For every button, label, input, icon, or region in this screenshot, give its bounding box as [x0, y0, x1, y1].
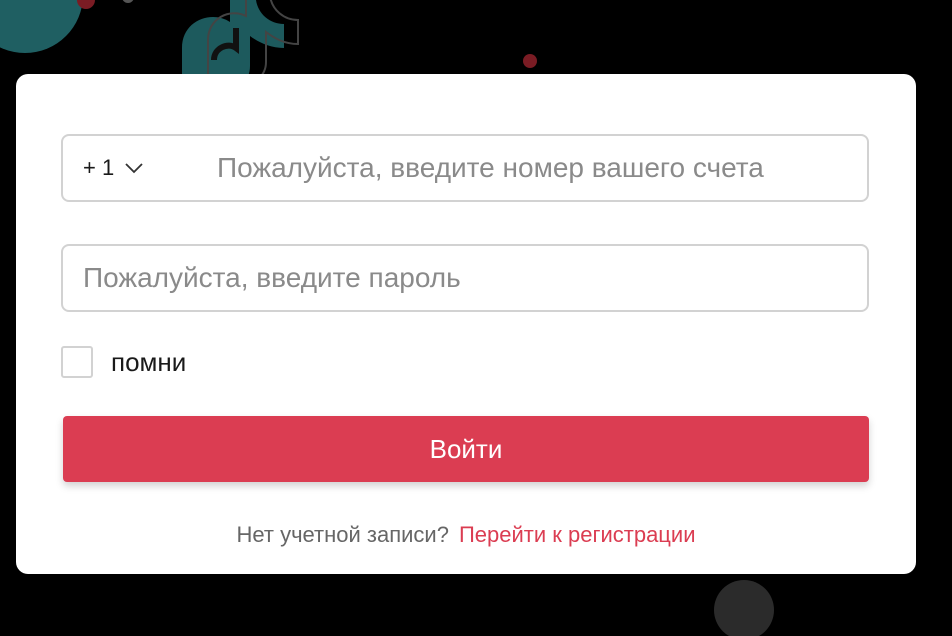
phone-input[interactable]	[217, 136, 849, 200]
red-dot-small	[523, 54, 537, 68]
signup-row: Нет учетной записи? Перейти к регистрации	[16, 522, 916, 548]
gray-bubble	[714, 580, 774, 636]
no-account-text: Нет учетной записи?	[236, 522, 449, 547]
remember-checkbox[interactable]	[61, 346, 93, 378]
remember-row: помни	[61, 346, 186, 378]
password-input[interactable]	[83, 246, 853, 310]
register-link[interactable]: Перейти к регистрации	[459, 522, 696, 547]
remember-label: помни	[111, 346, 187, 377]
country-code-label: + 1	[83, 155, 115, 180]
login-card: + 1 помни Войти Нет учетной записи? Перей…	[16, 74, 916, 574]
phone-field: + 1	[61, 134, 869, 202]
password-field	[61, 244, 869, 312]
country-code-selector[interactable]: + 1	[83, 136, 144, 200]
login-button[interactable]: Войти	[63, 416, 869, 482]
gray-dot	[122, 0, 134, 3]
chevron-down-icon	[125, 163, 143, 174]
teal-bubble	[0, 0, 83, 53]
login-page: + 1 помни Войти Нет учетной записи? Перей…	[0, 0, 952, 636]
